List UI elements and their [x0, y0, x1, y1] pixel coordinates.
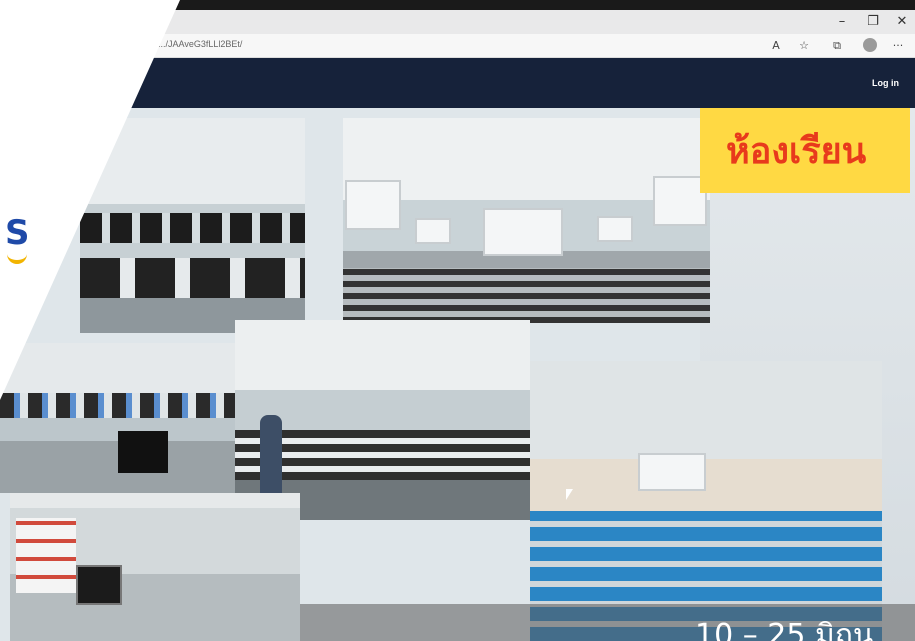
classroom-lecture-photo	[235, 320, 530, 520]
lecture-hall-photo	[343, 118, 710, 323]
favorites-icon[interactable]: ☆	[796, 38, 812, 54]
more-icon[interactable]: ···	[890, 38, 906, 54]
restore-button[interactable]: ❐	[861, 12, 885, 32]
profile-icon[interactable]	[863, 38, 877, 52]
auditorium-blue-seats-photo	[530, 361, 882, 641]
university-logo-icon: S	[5, 213, 30, 253]
slide-title: ห้องเรียน	[726, 131, 867, 172]
login-link[interactable]: Log in	[872, 78, 899, 88]
mouse-cursor-icon	[566, 489, 573, 500]
collections-icon[interactable]: ⧉	[829, 38, 845, 54]
read-aloud-icon[interactable]: A	[768, 38, 784, 54]
slide-left-panel	[0, 0, 180, 400]
minimize-button[interactable]: –	[830, 12, 854, 32]
video-caption-bar: 10 – 25 มิถุน	[300, 604, 915, 641]
close-button[interactable]: ✕	[890, 12, 914, 32]
slide-title-box: ห้องเรียน	[700, 108, 910, 193]
caption-text: 10 – 25 มิถุน	[695, 618, 874, 641]
